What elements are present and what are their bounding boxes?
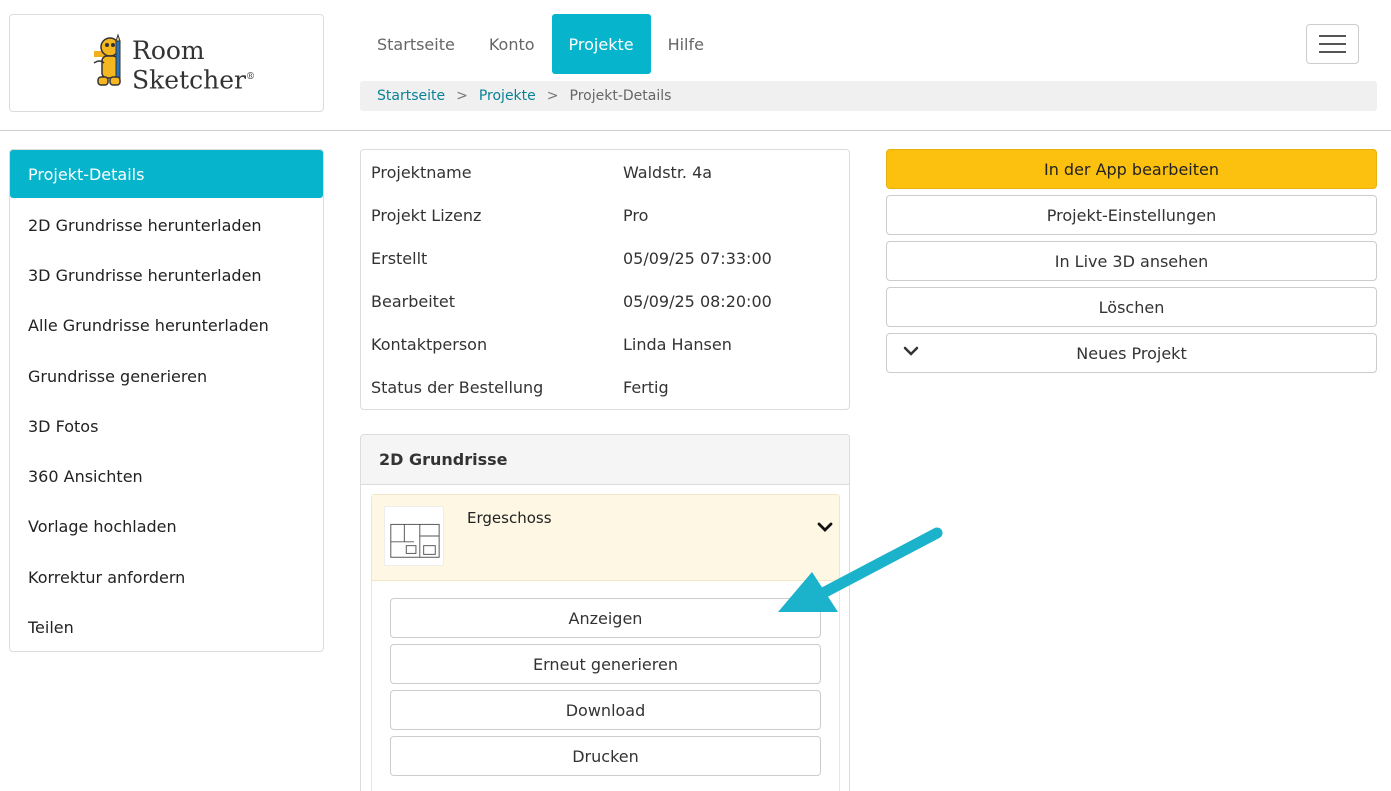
- chevron-down-icon[interactable]: [817, 519, 833, 535]
- logo-registered-mark: ®: [245, 72, 255, 82]
- details-key: Kontaktperson: [371, 335, 488, 354]
- project-actions: In der App bearbeiten Projekt-Einstellun…: [886, 149, 1377, 379]
- sidebar-item-projekt-details[interactable]: Projekt-Details: [10, 150, 323, 198]
- details-key: Projekt Lizenz: [371, 206, 482, 225]
- menu-toggle-button[interactable]: [1306, 24, 1359, 64]
- details-value: Fertig: [623, 378, 669, 397]
- floorplans-2d-panel: 2D Grundrisse Ergeschoss Anzeigen Erneut…: [360, 434, 850, 791]
- floor-actions: Anzeigen Erneut generieren Download Druc…: [390, 598, 821, 782]
- logo-wordmark: Room Sketcher®: [132, 37, 255, 93]
- floor-name: Ergeschoss: [467, 509, 552, 527]
- sidebar: Projekt-Details 2D Grundrisse herunterla…: [9, 149, 324, 652]
- edit-in-app-button[interactable]: In der App bearbeiten: [886, 149, 1377, 189]
- breadcrumb-projects[interactable]: Projekte: [479, 88, 536, 104]
- details-value: 05/09/25 08:20:00: [623, 292, 772, 311]
- print-button[interactable]: Drucken: [390, 736, 821, 776]
- details-value: Pro: [623, 206, 649, 225]
- chevron-down-icon: [903, 346, 919, 356]
- breadcrumb-current: Projekt-Details: [569, 88, 672, 104]
- sidebar-item-360-views[interactable]: 360 Ansichten: [10, 451, 323, 501]
- nav-konto[interactable]: Konto: [472, 14, 552, 74]
- details-key: Erstellt: [371, 249, 428, 268]
- nav-startseite[interactable]: Startseite: [360, 14, 472, 74]
- project-details-table: Projektname Waldstr. 4a Projekt Lizenz P…: [360, 149, 850, 410]
- sidebar-item-all-download[interactable]: Alle Grundrisse herunterladen: [10, 301, 323, 351]
- regenerate-button[interactable]: Erneut generieren: [390, 644, 821, 684]
- sidebar-item-3d-download[interactable]: 3D Grundrisse herunterladen: [10, 250, 323, 300]
- header-divider: [0, 130, 1391, 131]
- download-button[interactable]: Download: [390, 690, 821, 730]
- panel-title: 2D Grundrisse: [361, 435, 849, 485]
- details-key: Status der Bestellung: [371, 378, 544, 397]
- roomsketcher-mascot-icon: [93, 33, 121, 86]
- project-settings-button[interactable]: Projekt-Einstellungen: [886, 195, 1377, 235]
- breadcrumb-separator: >: [456, 88, 468, 104]
- logo-line2: Sketcher: [132, 65, 246, 95]
- sidebar-item-share[interactable]: Teilen: [10, 602, 323, 652]
- details-row: Erstellt 05/09/25 07:33:00: [361, 237, 849, 280]
- breadcrumb-home[interactable]: Startseite: [377, 88, 445, 104]
- sidebar-item-2d-download[interactable]: 2D Grundrisse herunterladen: [10, 200, 323, 250]
- details-row: Projektname Waldstr. 4a: [361, 151, 849, 194]
- main-nav: Startseite Konto Projekte Hilfe: [360, 14, 721, 74]
- sidebar-item-request-correction[interactable]: Korrektur anfordern: [10, 552, 323, 602]
- sidebar-item-3d-photos[interactable]: 3D Fotos: [10, 401, 323, 451]
- logo-line1: Room: [132, 36, 205, 65]
- breadcrumb-separator: >: [546, 88, 559, 104]
- details-value: Linda Hansen: [623, 335, 732, 354]
- floor-card: Ergeschoss Anzeigen Erneut generieren Do…: [371, 494, 840, 791]
- details-key: Bearbeitet: [371, 292, 456, 311]
- details-row: Kontaktperson Linda Hansen: [361, 323, 849, 366]
- hamburger-icon-line: [1319, 43, 1346, 45]
- logo[interactable]: Room Sketcher®: [9, 14, 324, 112]
- details-row: Bearbeitet 05/09/25 08:20:00: [361, 280, 849, 323]
- details-key: Projektname: [371, 163, 472, 182]
- delete-button[interactable]: Löschen: [886, 287, 1377, 327]
- details-row: Projekt Lizenz Pro: [361, 194, 849, 237]
- nav-hilfe[interactable]: Hilfe: [651, 14, 721, 74]
- nav-projekte[interactable]: Projekte: [551, 14, 651, 74]
- sidebar-item-generate[interactable]: Grundrisse generieren: [10, 351, 323, 401]
- view-button[interactable]: Anzeigen: [390, 598, 821, 638]
- sidebar-item-upload-template[interactable]: Vorlage hochladen: [10, 502, 323, 552]
- live-3d-button[interactable]: In Live 3D ansehen: [886, 241, 1377, 281]
- hamburger-icon: [1319, 35, 1346, 37]
- details-value: Waldstr. 4a: [623, 163, 713, 182]
- details-row: Status der Bestellung Fertig: [361, 366, 849, 409]
- hamburger-icon-line: [1319, 51, 1346, 53]
- details-value: 05/09/25 07:33:00: [623, 249, 772, 268]
- new-project-button[interactable]: Neues Projekt: [886, 333, 1377, 373]
- floor-header[interactable]: Ergeschoss: [372, 495, 839, 581]
- floorplan-thumbnail: [384, 506, 444, 566]
- new-project-label: Neues Projekt: [1076, 343, 1187, 363]
- breadcrumb: Startseite > Projekte > Projekt-Details: [360, 81, 1377, 111]
